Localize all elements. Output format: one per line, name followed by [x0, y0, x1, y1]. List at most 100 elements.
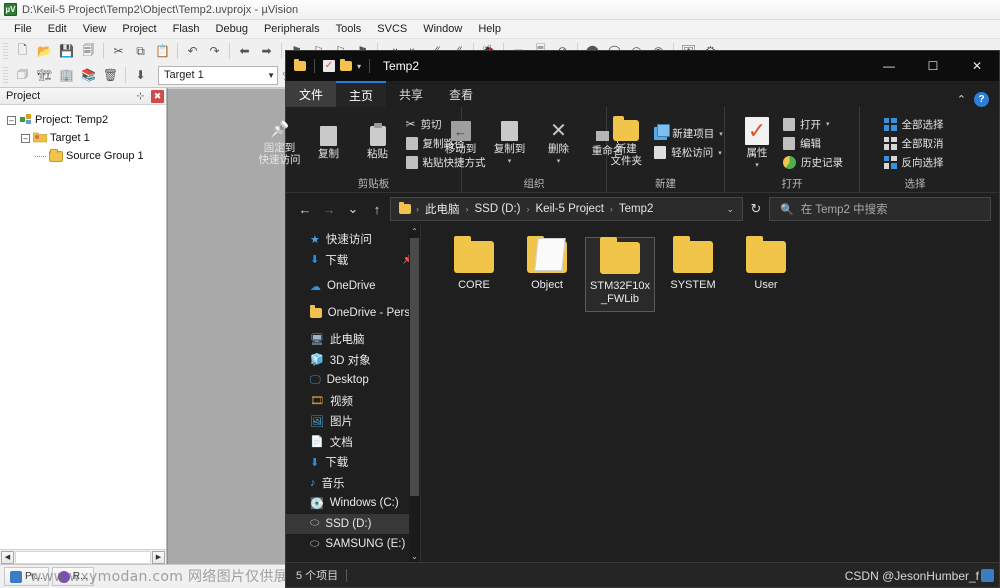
chevron-down-icon[interactable]: ▾ — [718, 149, 722, 157]
build-icon[interactable]: 🏗 — [34, 65, 55, 86]
paste-icon[interactable]: 📋 — [152, 41, 173, 62]
cut-icon[interactable]: ✂ — [108, 41, 129, 62]
back-button[interactable]: ← — [294, 198, 316, 220]
expander-icon[interactable]: – — [21, 133, 30, 143]
select-none-button[interactable]: 全部取消 — [882, 135, 949, 152]
chevron-down-icon[interactable]: ▾ — [508, 157, 512, 165]
nav-item-downloads[interactable]: ⬇ 下载 — [286, 452, 420, 473]
nav-item-downloads-quick[interactable]: ⬇ 下载 📌 — [286, 250, 420, 271]
save-icon[interactable]: 💾 — [56, 41, 77, 62]
stop-build-icon[interactable]: 🗑 — [100, 65, 121, 86]
easy-access-button[interactable]: 轻松访问 ▾ — [652, 144, 728, 161]
recent-locations-button[interactable]: ⌄ — [342, 198, 364, 220]
tab-file[interactable]: 文件 — [286, 81, 337, 107]
nav-item-quick-access[interactable]: ★ 快速访问 — [286, 229, 420, 250]
scroll-track[interactable] — [15, 550, 151, 564]
close-icon[interactable]: ✖ — [151, 89, 164, 103]
properties-button[interactable]: 属性 ▾ — [736, 115, 778, 171]
navigate-back-icon[interactable]: ⬅ — [234, 41, 255, 62]
menu-svcs[interactable]: SVCS — [369, 22, 415, 36]
tab-share[interactable]: 共享 — [386, 81, 436, 107]
chevron-down-icon[interactable]: ⌄ — [722, 204, 738, 215]
nav-item-desktop[interactable]: 🖵 Desktop — [286, 370, 420, 391]
file-item-system[interactable]: SYSTEM — [658, 236, 728, 312]
select-all-button[interactable]: 全部选择 — [882, 116, 949, 133]
copy-to-button[interactable]: 复制到 ▾ — [487, 119, 533, 167]
menu-view[interactable]: View — [75, 22, 115, 36]
toolbar-grip[interactable] — [3, 66, 8, 84]
nav-item-pictures[interactable]: 🖼 图片 — [286, 411, 420, 432]
tree-item-target[interactable]: – Target 1 — [5, 129, 166, 147]
project-pane-hscrollbar[interactable]: ◀ ▶ — [0, 549, 166, 564]
menu-debug[interactable]: Debug — [208, 22, 256, 36]
nav-item-3d-objects[interactable]: 🧊 3D 对象 — [286, 350, 420, 371]
file-item-core[interactable]: CORE — [439, 236, 509, 312]
copy-button[interactable]: 复制 — [306, 124, 352, 162]
tree-item-project[interactable]: – Project: Temp2 — [5, 111, 166, 129]
delete-button[interactable]: ✕ 删除 ▾ — [536, 119, 582, 167]
nav-item-music[interactable]: ♪ 音乐 — [286, 473, 420, 494]
tree-item-source-group[interactable]: Source Group 1 — [5, 147, 166, 165]
chevron-down-icon[interactable]: ▾ — [755, 161, 759, 169]
chevron-down-icon[interactable]: ▾ — [719, 130, 723, 138]
file-item-user[interactable]: User — [731, 236, 801, 312]
navigation-scrollbar[interactable]: ⌃ ⌄ — [409, 225, 420, 562]
edit-button[interactable]: 编辑 — [781, 135, 848, 152]
close-button[interactable]: ✕ — [955, 51, 999, 81]
breadcrumb-item-this-pc[interactable]: 此电脑 — [422, 200, 463, 218]
nav-item-windows-c[interactable]: 💽 Windows (C:) — [286, 493, 420, 514]
chevron-down-icon[interactable]: ▾ — [826, 120, 830, 128]
breadcrumb-item-temp2[interactable]: Temp2 — [616, 202, 657, 216]
toolbar-grip[interactable] — [3, 42, 8, 60]
tab-view[interactable]: 查看 — [436, 81, 486, 107]
folder-icon[interactable] — [294, 58, 306, 71]
new-item-button[interactable]: 新建项目 ▾ — [652, 124, 728, 142]
open-button[interactable]: 打开 ▾ — [781, 116, 848, 133]
menu-project[interactable]: Project — [114, 22, 164, 36]
forward-button[interactable]: → — [318, 198, 340, 220]
target-select[interactable]: Target 1 ▼ — [158, 65, 278, 85]
paste-button[interactable]: 粘贴 — [355, 123, 401, 162]
nav-item-samsung-e[interactable]: ⬭ SAMSUNG (E:) — [286, 534, 420, 555]
scroll-down-icon[interactable]: ⌄ — [409, 550, 420, 562]
scroll-right-icon[interactable]: ▶ — [152, 550, 165, 564]
nav-item-onedrive[interactable]: ☁ OneDrive — [286, 276, 420, 297]
menu-peripherals[interactable]: Peripherals — [256, 22, 328, 36]
new-folder-icon[interactable] — [340, 58, 352, 71]
scroll-left-icon[interactable]: ◀ — [1, 550, 14, 564]
chevron-down-icon[interactable]: ▾ — [357, 62, 361, 71]
expander-icon[interactable]: – — [7, 115, 16, 125]
pin-to-quick-access-button[interactable]: 固定到快速访问 — [257, 118, 303, 168]
nav-item-videos[interactable]: 🎞 视频 — [286, 391, 420, 412]
batch-build-icon[interactable]: 📚 — [78, 65, 99, 86]
minimize-button[interactable]: — — [867, 51, 911, 81]
new-folder-button[interactable]: 新建 文件夹 — [603, 115, 649, 169]
file-item-stm32f10x-fwlib[interactable]: STM32F10x_FWLib — [585, 237, 655, 312]
menu-help[interactable]: Help — [470, 22, 509, 36]
undo-icon[interactable]: ↶ — [182, 41, 203, 62]
nav-item-documents[interactable]: 📄 文档 — [286, 432, 420, 453]
menu-tools[interactable]: Tools — [328, 22, 370, 36]
translate-icon[interactable]: 🗇 — [12, 65, 33, 86]
new-file-icon[interactable]: 🗋 — [12, 41, 33, 62]
history-button[interactable]: 历史记录 — [781, 154, 848, 171]
redo-icon[interactable]: ↷ — [204, 41, 225, 62]
nav-item-this-pc[interactable]: 🖥 此电脑 — [286, 329, 420, 350]
refresh-button[interactable]: ↻ — [745, 198, 767, 220]
menu-window[interactable]: Window — [415, 22, 470, 36]
pin-icon[interactable]: ⊹ — [134, 91, 147, 102]
collapse-ribbon-icon[interactable]: ⌃ — [957, 93, 966, 106]
move-to-button[interactable]: 移动到 ▾ — [438, 119, 484, 167]
chevron-down-icon[interactable]: ▾ — [557, 157, 561, 165]
open-file-icon[interactable]: 📂 — [34, 41, 55, 62]
breadcrumb-item-ssd-d[interactable]: SSD (D:) — [472, 202, 524, 216]
menu-edit[interactable]: Edit — [40, 22, 75, 36]
menu-file[interactable]: File — [6, 22, 40, 36]
tab-home[interactable]: 主页 — [336, 81, 387, 107]
copy-icon[interactable]: ⧉ — [130, 41, 151, 62]
scroll-up-icon[interactable]: ⌃ — [409, 225, 420, 237]
navigate-forward-icon[interactable]: ➡ — [256, 41, 277, 62]
file-list[interactable]: CORE Object STM32F10x_FWLib SYSTEM User — [421, 225, 999, 562]
invert-selection-button[interactable]: 反向选择 — [882, 154, 949, 171]
maximize-button[interactable]: ☐ — [911, 51, 955, 81]
